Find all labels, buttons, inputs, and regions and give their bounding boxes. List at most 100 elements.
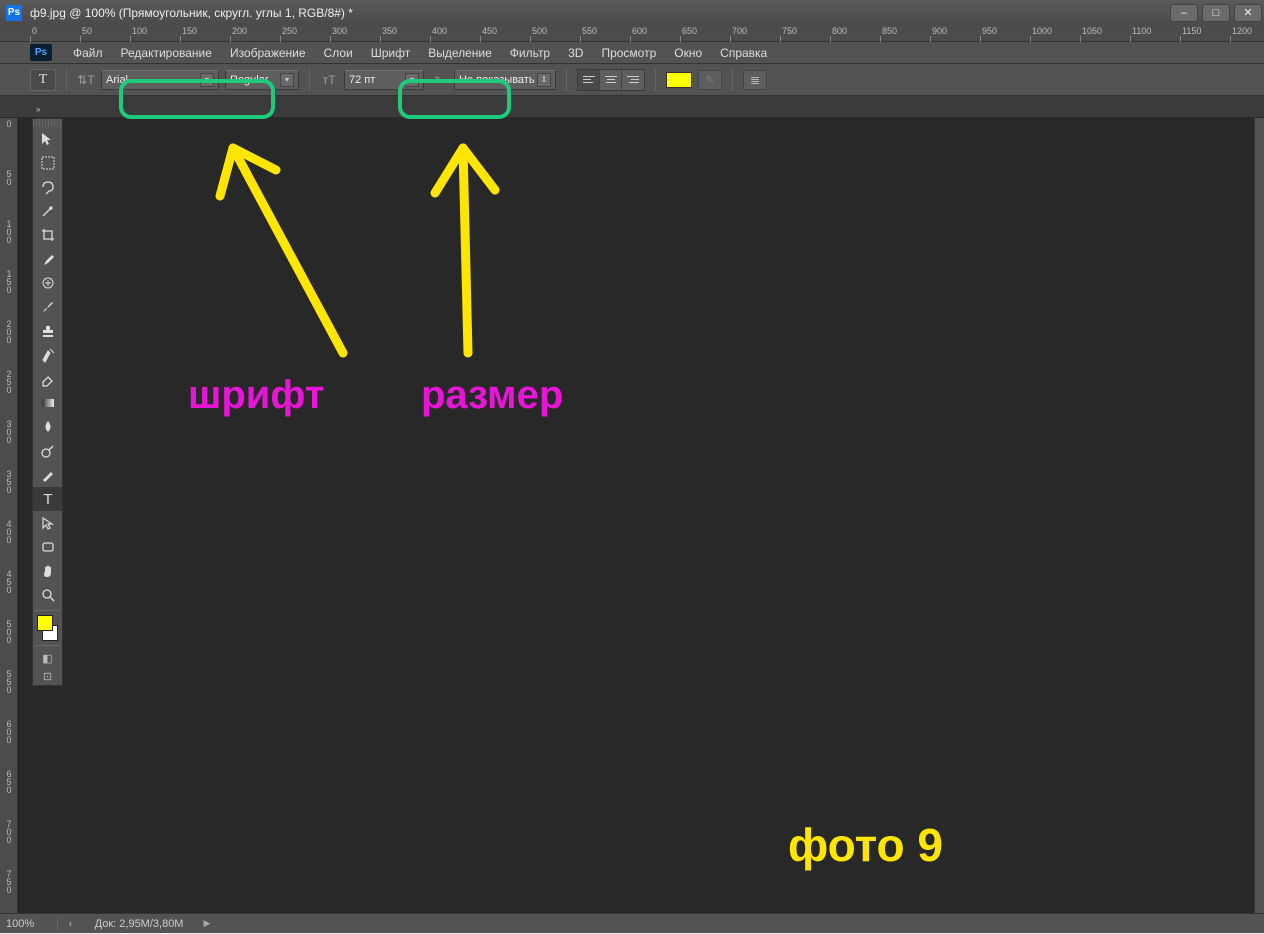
ruler-tick-label: 700: [2, 820, 16, 844]
font-family-dropdown[interactable]: Arial ▾: [101, 70, 219, 90]
ruler-tick-label: 850: [882, 26, 897, 36]
ruler-tick-label: 900: [932, 26, 947, 36]
screenmode-button[interactable]: ⊡: [33, 667, 62, 685]
ruler-tick-label: 950: [982, 26, 997, 36]
ps-badge-icon: Ps: [30, 44, 52, 61]
ruler-horizontal[interactable]: 0501001502002503003504004505005506006507…: [0, 25, 1264, 42]
font-weight-dropdown[interactable]: Regular ▾: [225, 70, 299, 90]
minimize-button[interactable]: –: [1170, 4, 1198, 22]
menu-просмотр[interactable]: Просмотр: [592, 46, 665, 60]
ruler-tick-label: 800: [832, 26, 847, 36]
ruler-tick-label: 500: [2, 620, 16, 644]
menu-3d[interactable]: 3D: [559, 46, 592, 60]
tools-panel: T ◧ ⊡: [32, 118, 63, 686]
ruler-tick-label: 400: [2, 520, 16, 544]
tool-hand[interactable]: [33, 559, 62, 583]
tool-type[interactable]: T: [33, 487, 62, 511]
font-size-dropdown[interactable]: 72 пт ▾: [344, 70, 424, 90]
panel-collapse-strip[interactable]: [1254, 118, 1264, 913]
ruler-vertical[interactable]: 0501001502002503003504004505005506006507…: [0, 118, 18, 913]
text-orientation-icon[interactable]: ⇅T: [77, 71, 95, 89]
ruler-tick-label: 1000: [1032, 26, 1052, 36]
menu-файл[interactable]: Файл: [64, 46, 112, 60]
tool-dodge[interactable]: [33, 439, 62, 463]
ruler-tick-label: 50: [82, 26, 92, 36]
menu-шрифт[interactable]: Шрифт: [362, 46, 419, 60]
tool-eraser[interactable]: [33, 367, 62, 391]
character-panel-button[interactable]: ≣: [743, 70, 767, 90]
chevron-down-icon: ▾: [280, 73, 294, 87]
ruler-tick-label: 600: [2, 720, 16, 744]
stat-icon: ◐: [68, 918, 75, 930]
ruler-tick-label: 450: [2, 570, 16, 594]
svg-text:T: T: [43, 491, 52, 507]
annotation-font-label: шрифт: [188, 373, 324, 418]
chevron-down-icon: ▾: [200, 73, 214, 87]
menu-изображение[interactable]: Изображение: [221, 46, 315, 60]
tool-blur[interactable]: [33, 415, 62, 439]
ruler-tick-label: 0: [32, 26, 37, 36]
tool-eyedropper[interactable]: [33, 247, 62, 271]
align-center-button[interactable]: [600, 70, 622, 90]
tool-lasso[interactable]: [33, 175, 62, 199]
tool-pen[interactable]: [33, 463, 62, 487]
warp-text-button[interactable]: ✎: [698, 70, 722, 90]
titlebar: Ps ф9.jpg @ 100% (Прямоугольник, скругл.…: [0, 0, 1264, 25]
foreground-color[interactable]: [37, 615, 53, 631]
tool-stamp[interactable]: [33, 319, 62, 343]
options-bar: T ⇅T Arial ▾ Regular ▾ тT 72 пт ▾ aₐ Не …: [0, 64, 1264, 96]
menu-выделение[interactable]: Выделение: [419, 46, 501, 60]
tool-indicator[interactable]: T: [30, 69, 56, 91]
menu-справка[interactable]: Справка: [711, 46, 776, 60]
quickmask-button[interactable]: ◧: [33, 649, 62, 667]
ruler-tick-label: 350: [2, 470, 16, 494]
ruler-tick-label: 100: [2, 220, 16, 244]
align-right-button[interactable]: [622, 70, 644, 90]
tool-shape[interactable]: [33, 535, 62, 559]
tool-brush[interactable]: [33, 295, 62, 319]
document-size: Док: 2,95M/3,80M: [85, 918, 194, 930]
font-size-value: 72 пт: [349, 74, 375, 86]
tool-history[interactable]: [33, 343, 62, 367]
tool-wand[interactable]: [33, 199, 62, 223]
ruler-tick-label: 550: [2, 670, 16, 694]
ruler-tick-label: 750: [2, 870, 16, 894]
canvas[interactable]: шрифт размер фото 9: [18, 118, 1264, 913]
tool-zoom[interactable]: [33, 583, 62, 607]
antialias-dropdown[interactable]: Не показывать ⇕: [454, 70, 556, 90]
menubar: Ps ФайлРедактированиеИзображениеСлоиШриф…: [0, 42, 1264, 64]
ruler-tick-label: 100: [132, 26, 147, 36]
tool-move[interactable]: [33, 127, 62, 151]
window-title: ф9.jpg @ 100% (Прямоугольник, скругл. уг…: [28, 6, 1168, 20]
font-size-icon: тT: [320, 71, 338, 89]
menu-слои[interactable]: Слои: [315, 46, 362, 60]
menu-редактирование[interactable]: Редактирование: [112, 46, 221, 60]
maximize-button[interactable]: □: [1202, 4, 1230, 22]
ruler-tick-label: 300: [332, 26, 347, 36]
ruler-tick-label: 200: [232, 26, 247, 36]
tool-gradient[interactable]: [33, 391, 62, 415]
color-swatches[interactable]: [37, 615, 58, 641]
ruler-tick-label: 1150: [1182, 26, 1201, 36]
menu-окно[interactable]: Окно: [665, 46, 711, 60]
tool-marquee[interactable]: [33, 151, 62, 175]
text-align-group: [577, 69, 645, 91]
ruler-tick-label: 0: [2, 120, 16, 128]
panel-grip[interactable]: [33, 119, 62, 127]
ruler-tick-label: 50: [2, 170, 16, 186]
zoom-level[interactable]: 100%: [0, 918, 58, 930]
tab-expand-icon: »: [36, 105, 40, 114]
menu-фильтр[interactable]: Фильтр: [501, 46, 559, 60]
document-tab[interactable]: »: [30, 102, 46, 117]
text-color-swatch[interactable]: [666, 72, 692, 88]
close-button[interactable]: ✕: [1234, 4, 1262, 22]
antialias-value: Не показывать: [459, 74, 535, 86]
align-left-button[interactable]: [578, 70, 600, 90]
annotation-size-label: размер: [421, 373, 563, 418]
play-icon[interactable]: ▶: [203, 918, 210, 929]
ruler-tick-label: 400: [432, 26, 447, 36]
tool-heal[interactable]: [33, 271, 62, 295]
ruler-tick-label: 150: [2, 270, 16, 294]
tool-crop[interactable]: [33, 223, 62, 247]
tool-path[interactable]: [33, 511, 62, 535]
